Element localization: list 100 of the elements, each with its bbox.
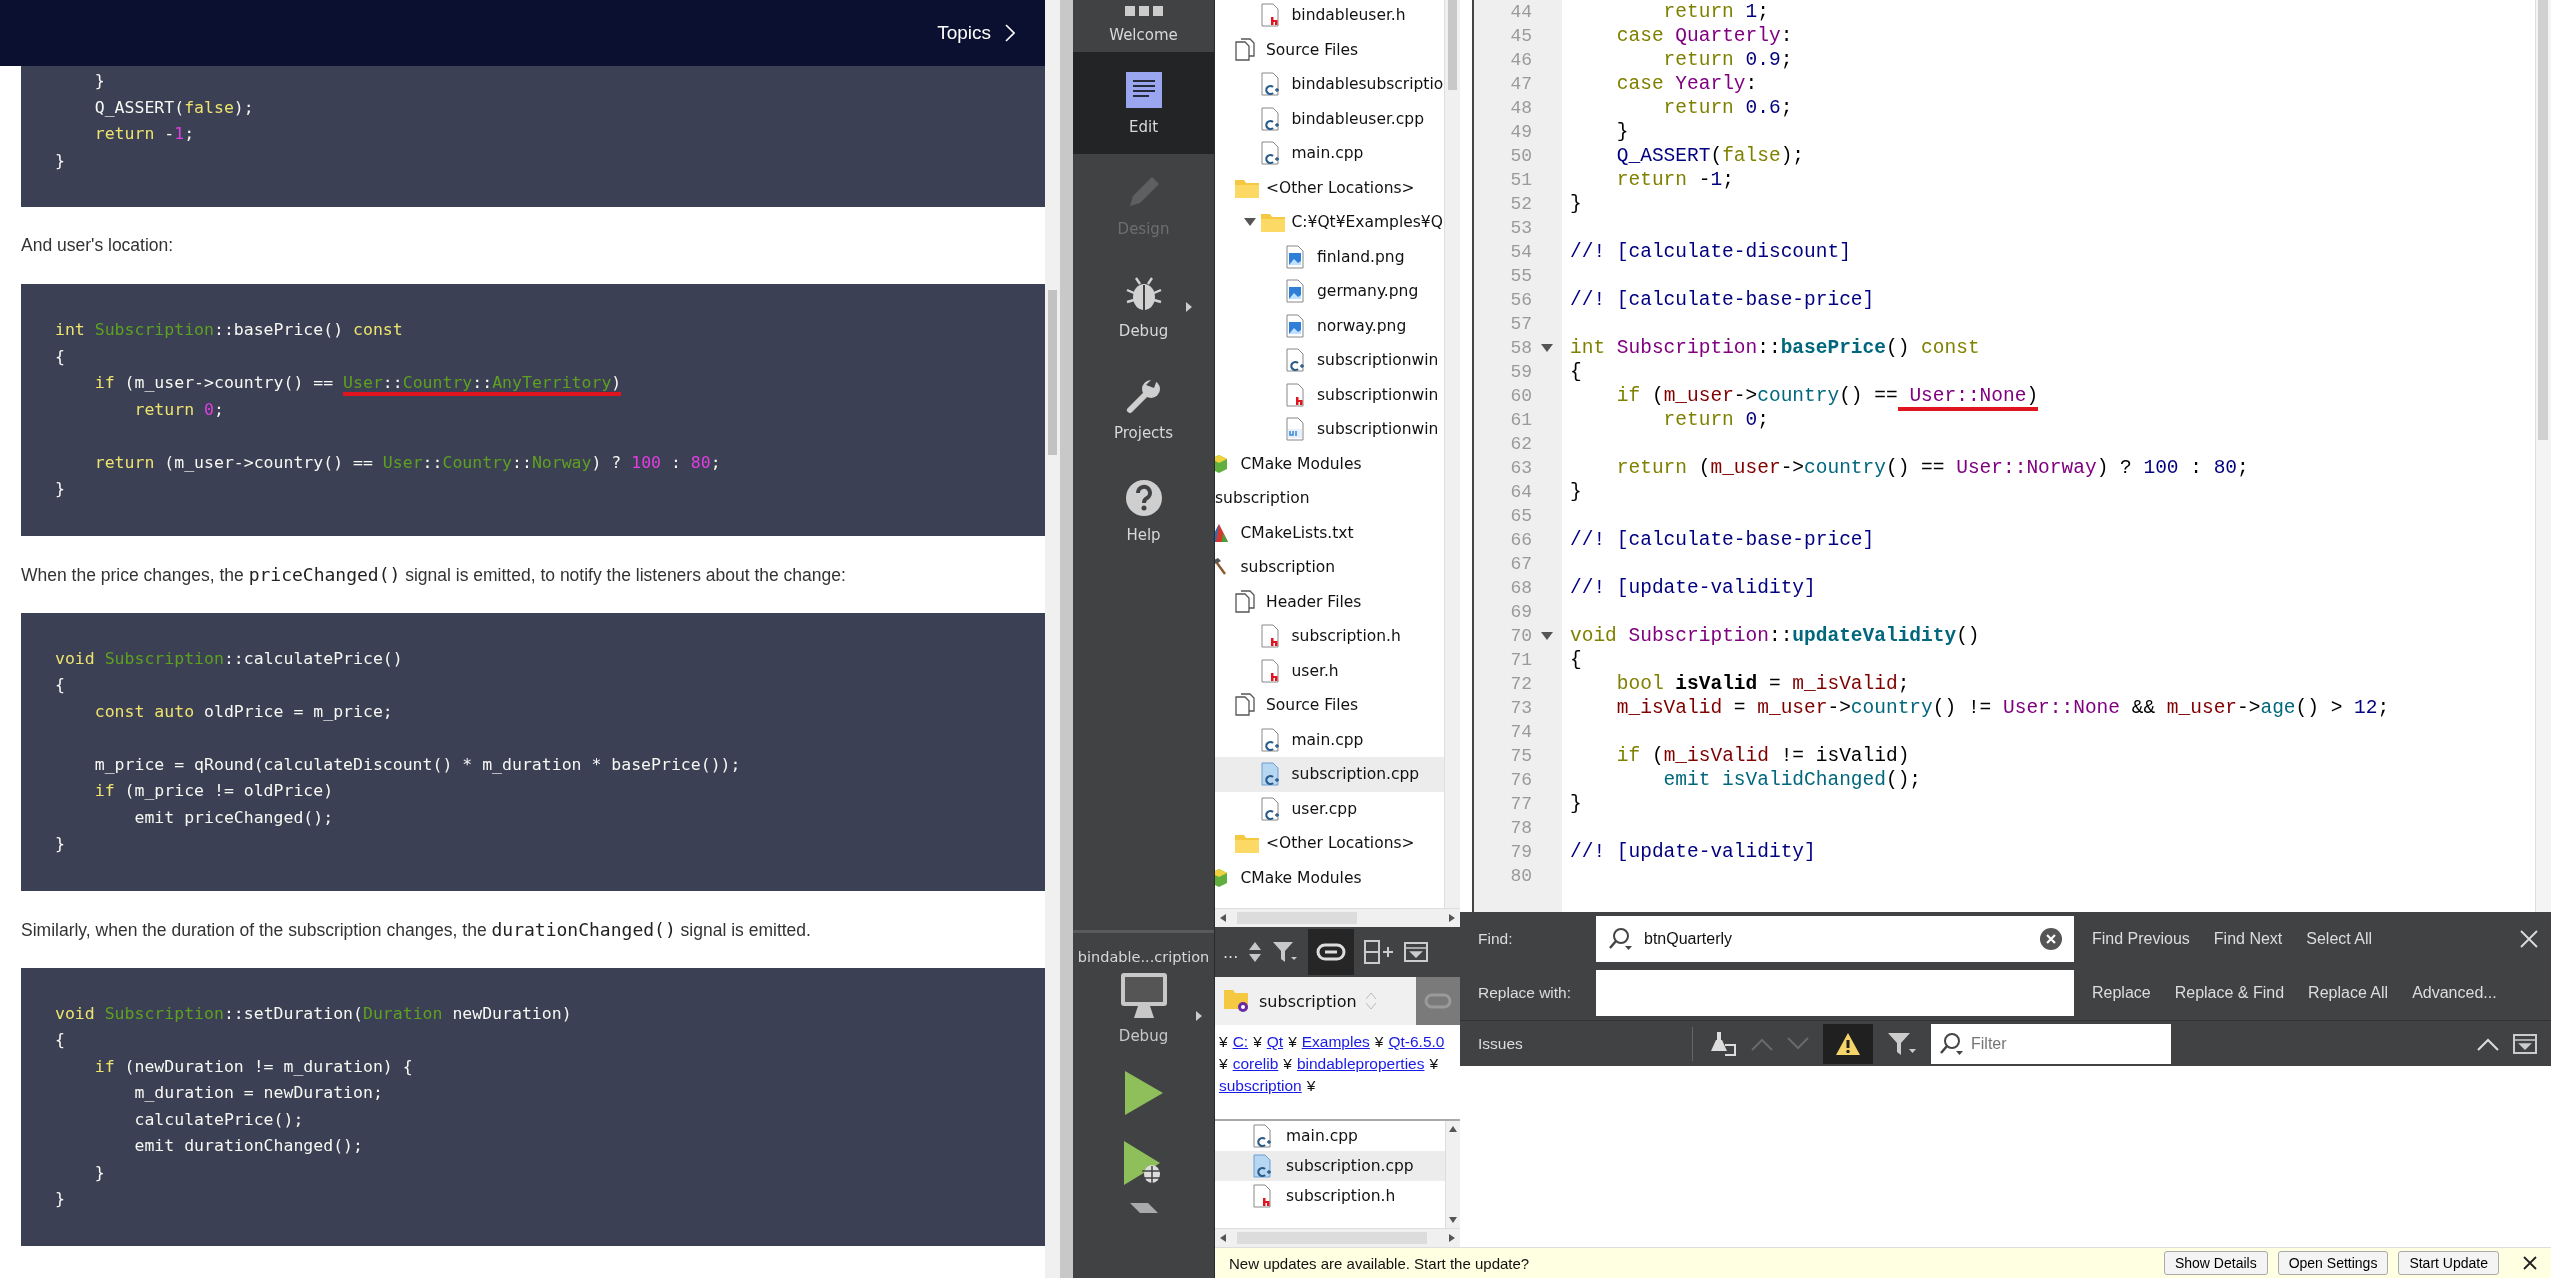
tree-item[interactable]: main.cpp xyxy=(1215,722,1444,757)
warning-icon xyxy=(1835,1031,1861,1056)
scrollbar[interactable] xyxy=(1045,0,1060,1278)
tree-item[interactable]: bindablesubscriptio xyxy=(1215,67,1444,102)
caret-down-icon[interactable] xyxy=(1243,218,1256,227)
search-icon[interactable] xyxy=(1608,927,1634,951)
fold-caret-icon[interactable] xyxy=(1541,344,1553,352)
scrollbar[interactable] xyxy=(1445,1121,1460,1228)
find-bar-button[interactable]: Find Previous xyxy=(2082,926,2200,952)
scrollbar[interactable] xyxy=(1444,0,1460,908)
minimize-pane-icon[interactable] xyxy=(2513,1032,2537,1055)
tree-item[interactable]: bindableuser.cpp xyxy=(1215,101,1444,136)
up-down-arrows-icon[interactable] xyxy=(1248,941,1263,963)
notification-button[interactable]: Open Settings xyxy=(2277,1251,2389,1275)
code-line: } xyxy=(55,1189,65,1208)
arrow-left-icon[interactable] xyxy=(1219,914,1227,922)
notification-button[interactable]: Show Details xyxy=(2163,1251,2268,1275)
filter-icon[interactable] xyxy=(1887,1031,1917,1056)
search-icon[interactable] xyxy=(1931,1023,1965,1064)
arrow-right-icon[interactable] xyxy=(1448,914,1456,922)
target-selector[interactable]: bindable...cription Debug xyxy=(1073,949,1214,1045)
find-bar-button[interactable]: Replace All xyxy=(2298,980,2399,1006)
path-link[interactable]: C: xyxy=(1232,1031,1249,1053)
tree-item[interactable]: subscription xyxy=(1215,481,1444,516)
code-line: Q_ASSERT(false); xyxy=(93,97,254,117)
close-icon[interactable] xyxy=(2523,1256,2537,1270)
filter-field[interactable]: Filter xyxy=(1965,1023,2171,1064)
tree-item[interactable]: main.cpp xyxy=(1215,136,1444,171)
view-selector[interactable]: ... xyxy=(1223,942,1239,962)
tree-item[interactable]: subscription.h xyxy=(1215,619,1444,654)
tree-item[interactable]: subscriptionwin xyxy=(1215,412,1444,447)
tree-item[interactable]: <Other Locations> xyxy=(1215,170,1444,205)
tree-item[interactable]: subscriptionwin xyxy=(1215,377,1444,412)
line-number: 52 xyxy=(1509,194,1532,214)
code-line: void Subscription::calculatePrice() xyxy=(55,648,403,668)
notification-button[interactable]: Start Update xyxy=(2398,1251,2499,1275)
tree-item[interactable]: subscriptionwin xyxy=(1215,343,1444,378)
filter-icon[interactable] xyxy=(1272,941,1299,963)
clear-icon[interactable] xyxy=(2040,928,2062,950)
tree-item[interactable]: finland.png xyxy=(1215,239,1444,274)
mode-button[interactable]: Help xyxy=(1073,460,1214,562)
tree-item[interactable]: <Other Locations> xyxy=(1215,826,1444,861)
path-link[interactable]: Qt-6.5.0 xyxy=(1388,1031,1445,1053)
path-link[interactable]: bindableproperties xyxy=(1296,1053,1425,1075)
find-bar-button[interactable]: Advanced... xyxy=(2402,980,2507,1006)
image-file-icon xyxy=(1285,279,1305,304)
arrow-right-icon[interactable] xyxy=(1448,1234,1456,1242)
tree-item[interactable]: C:¥Qt¥Examples¥Q xyxy=(1215,205,1444,240)
find-bar-button[interactable]: Replace xyxy=(2082,980,2161,1006)
arrow-down-icon[interactable] xyxy=(1449,1216,1457,1224)
tree-item[interactable]: norway.png xyxy=(1215,308,1444,343)
tree-item[interactable]: CMake Modules xyxy=(1215,860,1444,895)
path-link[interactable]: subscription xyxy=(1219,1075,1302,1097)
warning-toggle[interactable] xyxy=(1823,1023,1873,1064)
chevron-right-icon[interactable] xyxy=(1005,24,1015,42)
tree-item[interactable]: subscription xyxy=(1215,550,1444,585)
mode-button[interactable]: Debug xyxy=(1073,256,1214,358)
tree-item[interactable]: CMakeLists.txt xyxy=(1215,515,1444,550)
path-link[interactable]: Qt xyxy=(1266,1031,1284,1053)
tree-item[interactable]: CMake Modules xyxy=(1215,446,1444,481)
code-line: return 0; xyxy=(133,399,224,419)
tree-item[interactable]: user.cpp xyxy=(1215,791,1444,826)
open-document-item[interactable]: main.cpp xyxy=(1215,1121,1445,1151)
run-icon[interactable] xyxy=(1124,1071,1163,1115)
code-line: return 1; xyxy=(1662,1,1769,23)
scrollbar[interactable] xyxy=(2535,0,2551,912)
code-line: if (m_isValid != isValid) xyxy=(1615,745,1910,767)
arrow-up-icon[interactable] xyxy=(1449,1125,1457,1133)
open-document-item[interactable]: subscription.h xyxy=(1215,1181,1445,1211)
tree-item[interactable]: Source Files xyxy=(1215,32,1444,67)
mode-button[interactable]: Projects xyxy=(1073,358,1214,460)
replace-field[interactable] xyxy=(1596,970,2074,1016)
find-bar-button[interactable]: Select All xyxy=(2296,926,2383,952)
tree-item[interactable]: germany.png xyxy=(1215,274,1444,309)
path-link[interactable]: corelib xyxy=(1232,1053,1279,1075)
code-line: return -1; xyxy=(1615,169,1734,191)
mode-button[interactable]: Welcome xyxy=(1073,0,1214,52)
tree-item[interactable]: Source Files xyxy=(1215,688,1444,723)
mode-button[interactable]: Edit xyxy=(1073,52,1214,154)
chevron-up-icon[interactable] xyxy=(2477,1036,2499,1051)
caret-right-icon[interactable] xyxy=(1186,302,1192,312)
tree-item[interactable]: Header Files xyxy=(1215,584,1444,619)
tree-item[interactable]: user.h xyxy=(1215,653,1444,688)
open-document-item[interactable]: subscription.cpp xyxy=(1215,1151,1445,1181)
caret-right-icon[interactable] xyxy=(1195,1011,1202,1021)
scrollbar[interactable] xyxy=(1215,1228,1460,1247)
split-add-icon[interactable] xyxy=(1364,940,1395,964)
find-bar-button[interactable]: Find Next xyxy=(2203,926,2293,952)
issues-title: Issues xyxy=(1477,1034,1524,1053)
pane-menu-icon[interactable] xyxy=(1404,941,1429,963)
tree-item[interactable]: subscription.cpp xyxy=(1215,757,1444,792)
find-field[interactable]: btnQuarterly xyxy=(1596,916,2074,962)
arrow-left-icon[interactable] xyxy=(1219,1234,1227,1242)
path-link[interactable]: Examples xyxy=(1301,1031,1370,1053)
link-icon[interactable] xyxy=(1308,929,1355,975)
fold-caret-icon[interactable] xyxy=(1541,632,1553,640)
find-bar-button[interactable]: Replace & Find xyxy=(2164,980,2295,1006)
tree-item[interactable]: bindableuser.h xyxy=(1215,0,1444,33)
topics-link[interactable]: Topics xyxy=(937,22,991,44)
scrollbar[interactable] xyxy=(1215,908,1460,927)
